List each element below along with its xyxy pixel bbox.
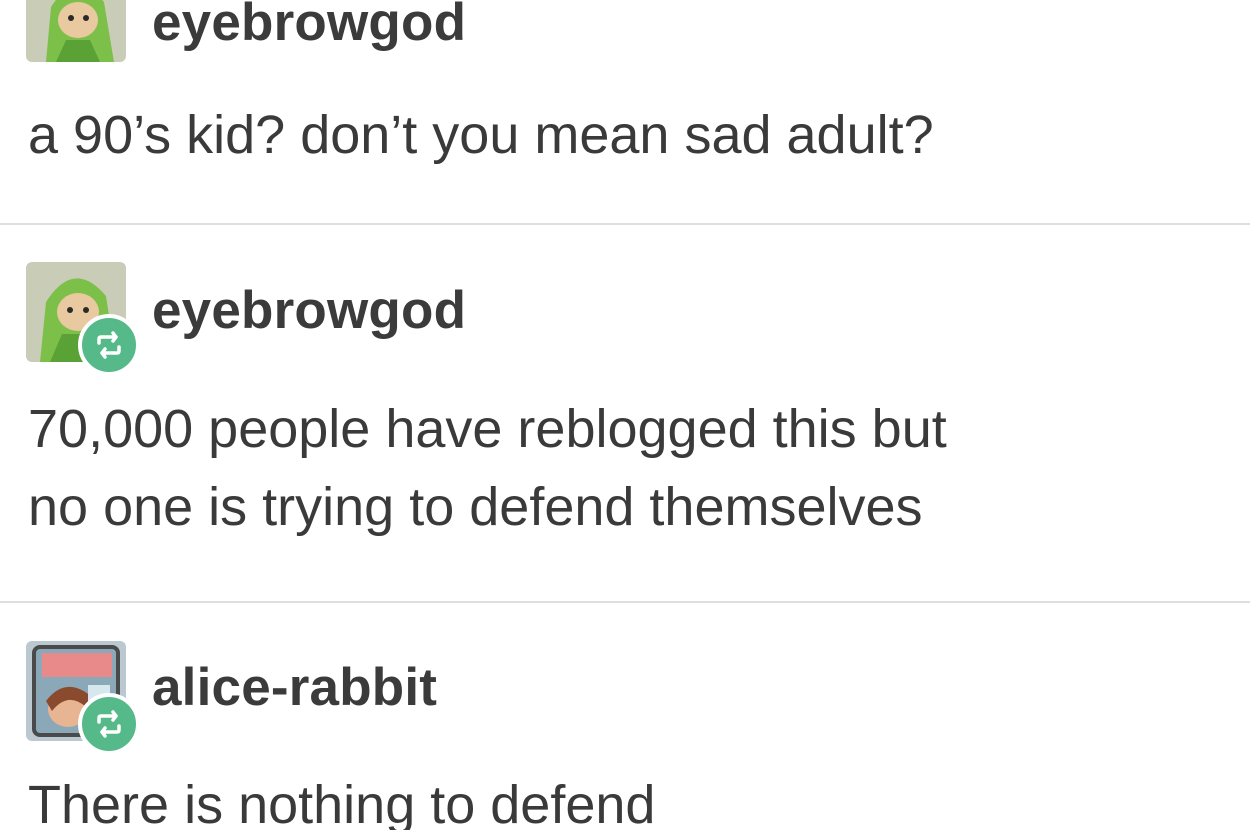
- post-text-line: a 90’s kid? don’t you mean sad adult?: [28, 105, 934, 165]
- post-text: a 90’s kid? don’t you mean sad adult?: [28, 96, 934, 174]
- post-text-line: no one is trying to defend themselves: [28, 477, 923, 537]
- post-text: There is nothing to defend: [28, 766, 655, 830]
- reblog-icon: [78, 314, 140, 376]
- post-text-line: 70,000 people have reblogged this but: [28, 399, 947, 459]
- username[interactable]: alice-rabbit: [152, 657, 437, 718]
- post-header: eyebrowgod: [26, 262, 1226, 376]
- post-text: 70,000 people have reblogged this but no…: [28, 390, 947, 546]
- avatar[interactable]: [26, 0, 126, 62]
- post-divider: [0, 223, 1250, 225]
- reblog-icon: [78, 693, 140, 755]
- post-header: alice-rabbit: [26, 641, 1226, 755]
- post-divider: [0, 601, 1250, 603]
- post-text-line: There is nothing to defend: [28, 775, 656, 830]
- username[interactable]: eyebrowgod: [152, 280, 466, 341]
- post-header: eyebrowgod: [26, 0, 1226, 62]
- green-hooded-doll-icon: [26, 0, 126, 62]
- username[interactable]: eyebrowgod: [152, 0, 466, 53]
